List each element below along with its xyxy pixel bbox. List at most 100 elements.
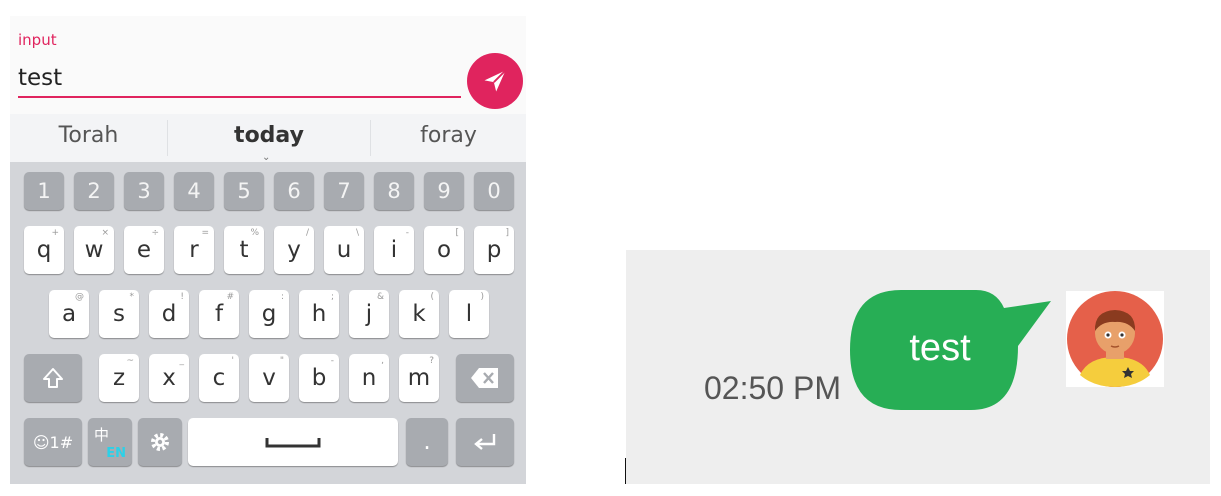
key-0[interactable]: 0 bbox=[474, 172, 514, 210]
key-secondary: ÷ bbox=[151, 228, 159, 238]
key-w[interactable]: w × bbox=[74, 226, 114, 274]
key-secondary: ? bbox=[429, 356, 434, 366]
key-k[interactable]: k( bbox=[399, 290, 439, 338]
language-key[interactable]: 中 EN bbox=[88, 418, 132, 466]
key-secondary: " bbox=[279, 356, 284, 366]
key-a[interactable]: a @ bbox=[49, 290, 89, 338]
key-9[interactable]: 9 bbox=[424, 172, 464, 210]
key-z[interactable]: z ~ bbox=[99, 354, 139, 402]
key-label: 7 bbox=[337, 179, 351, 203]
key-secondary: % bbox=[250, 228, 259, 238]
key-label: . bbox=[423, 429, 431, 455]
symbols-key[interactable]: ☺1# bbox=[24, 418, 82, 466]
key-secondary: ( bbox=[430, 292, 434, 302]
input-label: input bbox=[18, 31, 57, 49]
period-key[interactable]: . bbox=[406, 418, 448, 466]
key-label: EN bbox=[106, 446, 126, 461]
message-input[interactable]: test bbox=[18, 65, 62, 91]
key-l[interactable]: l) bbox=[449, 290, 489, 338]
key-r[interactable]: r = bbox=[174, 226, 214, 274]
message-text: test bbox=[909, 327, 971, 369]
shift-key[interactable] bbox=[24, 354, 82, 402]
text-cursor bbox=[625, 458, 626, 484]
key-n[interactable]: n, bbox=[349, 354, 389, 402]
key-secondary: , bbox=[381, 356, 384, 366]
backspace-icon bbox=[456, 354, 514, 402]
key-p[interactable]: p] bbox=[474, 226, 514, 274]
key-e[interactable]: e ÷ bbox=[124, 226, 164, 274]
key-secondary: * bbox=[129, 292, 135, 302]
user-avatar-icon bbox=[1067, 291, 1163, 387]
enter-key[interactable] bbox=[456, 418, 514, 466]
key-u[interactable]: u \ bbox=[324, 226, 364, 274]
key-label: 3 bbox=[137, 179, 151, 203]
key-g[interactable]: g: bbox=[249, 290, 289, 338]
key-secondary: ' bbox=[231, 356, 234, 366]
key-1[interactable]: 1 bbox=[24, 172, 64, 210]
key-o[interactable]: o[ bbox=[424, 226, 464, 274]
settings-key[interactable] bbox=[138, 418, 182, 466]
key-secondary: : bbox=[280, 292, 284, 302]
key-5[interactable]: 5 bbox=[224, 172, 264, 210]
key-secondary: ] bbox=[505, 228, 509, 238]
key-h[interactable]: h; bbox=[299, 290, 339, 338]
key-t[interactable]: t% bbox=[224, 226, 264, 274]
key-secondary: ; bbox=[330, 292, 334, 302]
key-label: 1 bbox=[37, 179, 51, 203]
key-secondary: ! bbox=[180, 292, 184, 302]
key-3[interactable]: 3 bbox=[124, 172, 164, 210]
key-secondary: # bbox=[226, 292, 234, 302]
key-secondary: / bbox=[305, 228, 309, 238]
key-label: 0 bbox=[487, 179, 501, 203]
key-s[interactable]: s * bbox=[99, 290, 139, 338]
key-label: 2 bbox=[87, 179, 101, 203]
key-d[interactable]: d! bbox=[149, 290, 189, 338]
key-2[interactable]: 2 bbox=[74, 172, 114, 210]
send-button[interactable] bbox=[467, 53, 523, 109]
key-secondary: \ bbox=[355, 228, 359, 238]
suggestion-bar: Torah today foray ⌄ bbox=[10, 114, 526, 163]
gear-icon bbox=[138, 418, 182, 466]
key-4[interactable]: 4 bbox=[174, 172, 214, 210]
key-label: 9 bbox=[437, 179, 451, 203]
key-b[interactable]: b- bbox=[299, 354, 339, 402]
key-label: 中 bbox=[94, 426, 110, 444]
key-7[interactable]: 7 bbox=[324, 172, 364, 210]
key-secondary: & bbox=[376, 292, 384, 302]
key-i[interactable]: i- bbox=[374, 226, 414, 274]
key-secondary: ~ bbox=[126, 356, 134, 366]
key-secondary: @ bbox=[75, 292, 84, 302]
space-key[interactable] bbox=[188, 418, 398, 466]
suggestion-torah[interactable]: Torah bbox=[10, 114, 167, 162]
key-x[interactable]: x _ bbox=[149, 354, 189, 402]
key-8[interactable]: 8 bbox=[374, 172, 414, 210]
key-v[interactable]: v " bbox=[249, 354, 289, 402]
key-m[interactable]: m? bbox=[399, 354, 439, 402]
message-input-area: input test bbox=[10, 16, 526, 114]
soft-keyboard: 1 2 3 4 5 6 7 8 9 0 q + w × e ÷ r = t% y / u \… bbox=[10, 162, 526, 484]
key-label: 6 bbox=[287, 179, 301, 203]
suggestion-foray[interactable]: foray bbox=[371, 114, 526, 162]
message-timestamp: 02:50 PM bbox=[704, 370, 841, 406]
space-icon bbox=[188, 418, 398, 466]
key-label: ☺1# bbox=[32, 432, 74, 452]
chat-panel: 02:50 PM test bbox=[626, 250, 1210, 484]
key-secondary: × bbox=[101, 228, 109, 238]
avatar[interactable] bbox=[1066, 291, 1164, 387]
key-secondary: - bbox=[330, 356, 334, 366]
backspace-key[interactable] bbox=[456, 354, 514, 402]
key-label: 8 bbox=[387, 179, 401, 203]
key-q[interactable]: q + bbox=[24, 226, 64, 274]
key-secondary: ) bbox=[480, 292, 484, 302]
key-c[interactable]: c ' bbox=[199, 354, 239, 402]
input-underline bbox=[18, 96, 461, 98]
enter-icon bbox=[456, 418, 514, 466]
key-secondary: = bbox=[201, 228, 209, 238]
android-phone-panel: input test Torah today foray ⌄ 1 2 3 4 5… bbox=[10, 16, 526, 484]
key-j[interactable]: j & bbox=[349, 290, 389, 338]
key-f[interactable]: f # bbox=[199, 290, 239, 338]
key-label: 4 bbox=[187, 179, 201, 203]
key-y[interactable]: y / bbox=[274, 226, 314, 274]
shift-icon bbox=[24, 354, 82, 402]
key-6[interactable]: 6 bbox=[274, 172, 314, 210]
